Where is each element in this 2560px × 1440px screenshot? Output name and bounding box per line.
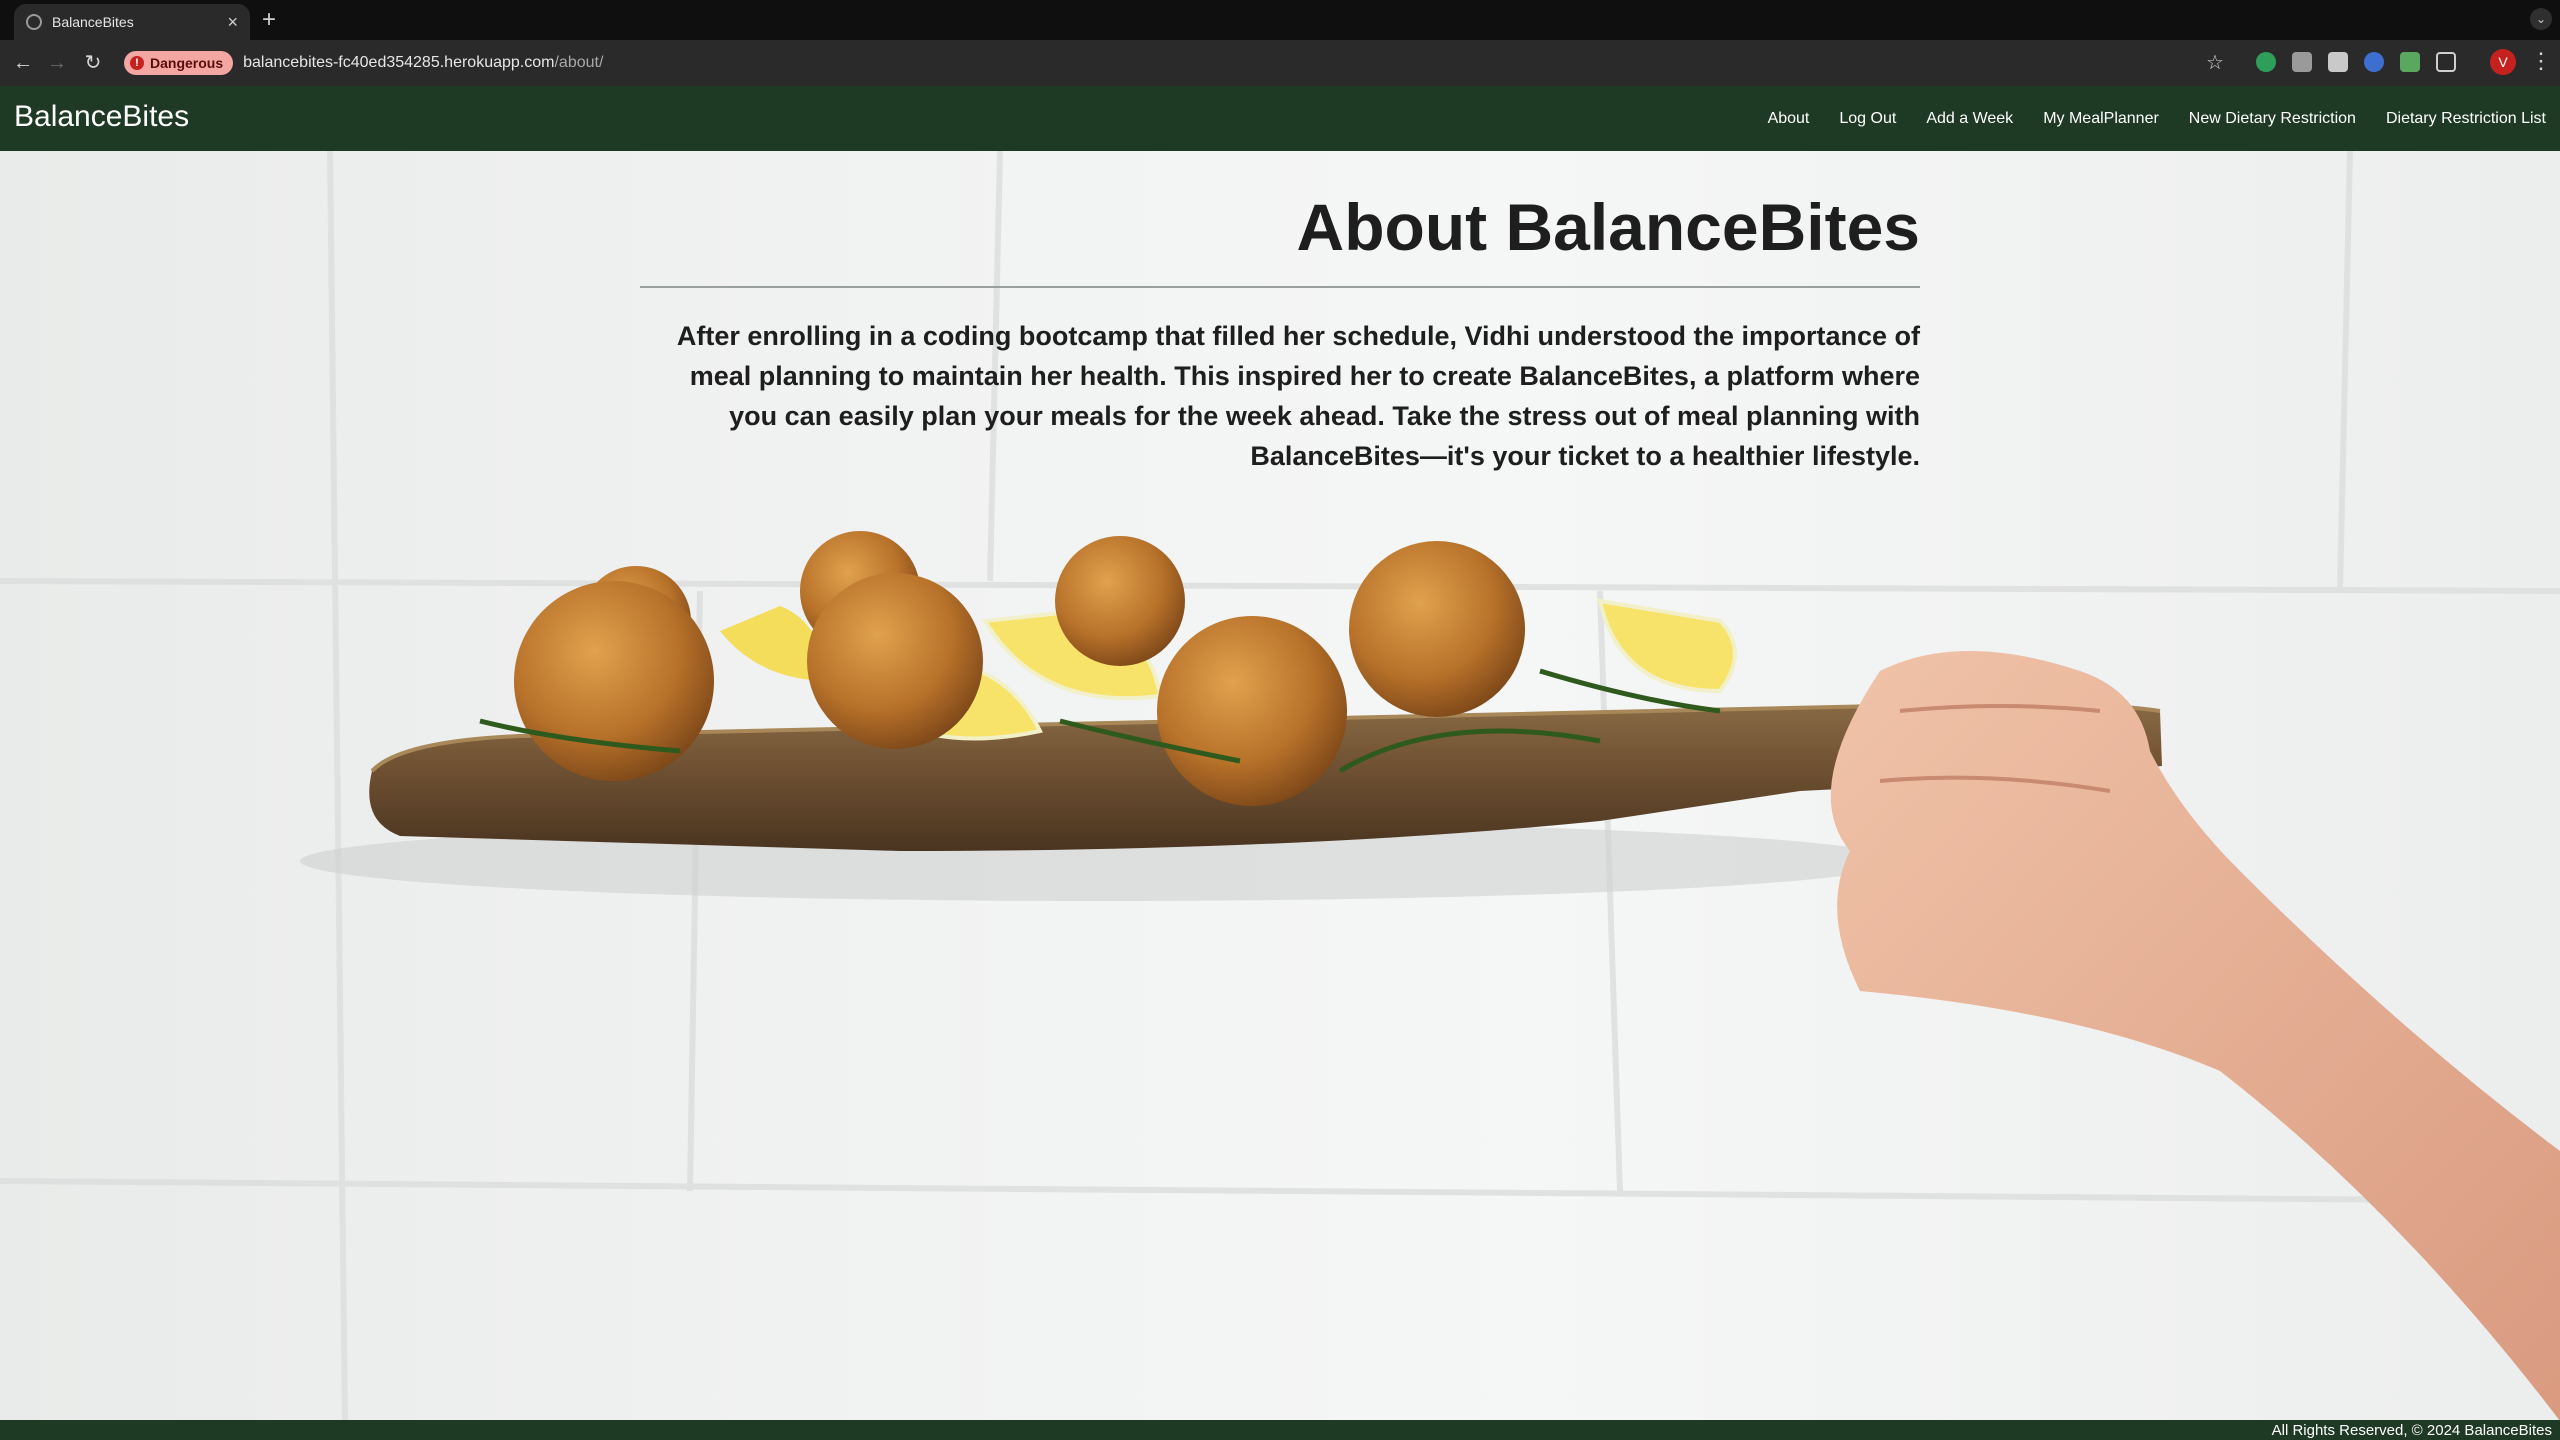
- web-page: BalanceBites About Log Out Add a Week My…: [0, 86, 2560, 1440]
- title-divider: [640, 286, 1920, 288]
- tab-title: BalanceBites: [52, 14, 134, 30]
- forward-icon[interactable]: →: [44, 50, 70, 76]
- browser-menu-icon[interactable]: ⋮: [2530, 48, 2552, 74]
- close-tab-icon[interactable]: ×: [227, 13, 238, 31]
- page-title: About BalanceBites: [1296, 190, 1920, 264]
- back-icon[interactable]: ←: [10, 50, 36, 76]
- security-badge[interactable]: ! Dangerous: [124, 51, 234, 75]
- url-text[interactable]: balancebites-fc40ed354285.herokuapp.com/…: [243, 54, 603, 72]
- extension-icon[interactable]: [2400, 52, 2420, 72]
- security-badge-label: Dangerous: [150, 55, 224, 71]
- new-tab-icon[interactable]: +: [262, 6, 276, 34]
- about-description: After enrolling in a coding bootcamp tha…: [676, 321, 1920, 471]
- extension-icon[interactable]: [2292, 52, 2312, 72]
- nav-links: About Log Out Add a Week My MealPlanner …: [1738, 86, 2546, 151]
- reload-icon[interactable]: ↻: [80, 50, 106, 76]
- nav-add-week[interactable]: Add a Week: [1926, 110, 2013, 128]
- profile-avatar[interactable]: V: [2490, 49, 2516, 75]
- url-host: balancebites-fc40ed354285.herokuapp.com: [243, 54, 555, 71]
- tab-search-icon[interactable]: ⌄: [2530, 8, 2552, 30]
- url-path: /about/: [554, 54, 604, 71]
- extension-icon[interactable]: [2328, 52, 2348, 72]
- site-footer: All Rights Reserved, © 2024 BalanceBites: [0, 1420, 2560, 1440]
- grammarly-extension-icon[interactable]: [2256, 52, 2276, 72]
- warning-icon: !: [130, 56, 144, 70]
- puzzle-extensions-icon[interactable]: [2436, 52, 2456, 72]
- footer-copyright: All Rights Reserved, © 2024 BalanceBites: [2271, 1422, 2552, 1439]
- globe-icon: [26, 14, 42, 30]
- browser-toolbar: ← → ↻ ! Dangerous balancebites-fc40ed354…: [0, 40, 2560, 86]
- browser-tab[interactable]: BalanceBites ×: [14, 4, 250, 40]
- brand-logo[interactable]: BalanceBites: [14, 100, 189, 134]
- site-navbar: BalanceBites About Log Out Add a Week My…: [0, 86, 2560, 151]
- browser-tab-strip: BalanceBites × + ⌄: [0, 0, 2560, 40]
- nav-about[interactable]: About: [1768, 110, 1810, 128]
- bookmark-star-icon[interactable]: ☆: [2206, 50, 2224, 75]
- nav-log-out[interactable]: Log Out: [1839, 110, 1896, 128]
- hero-section: About BalanceBites After enrolling in a …: [0, 151, 2560, 1421]
- extension-icon[interactable]: [2364, 52, 2384, 72]
- nav-dietary-restriction-list[interactable]: Dietary Restriction List: [2386, 110, 2546, 128]
- address-bar[interactable]: ! Dangerous balancebites-fc40ed354285.he…: [118, 46, 2228, 80]
- nav-my-mealplanner[interactable]: My MealPlanner: [2043, 110, 2159, 128]
- nav-new-dietary-restriction[interactable]: New Dietary Restriction: [2189, 110, 2356, 128]
